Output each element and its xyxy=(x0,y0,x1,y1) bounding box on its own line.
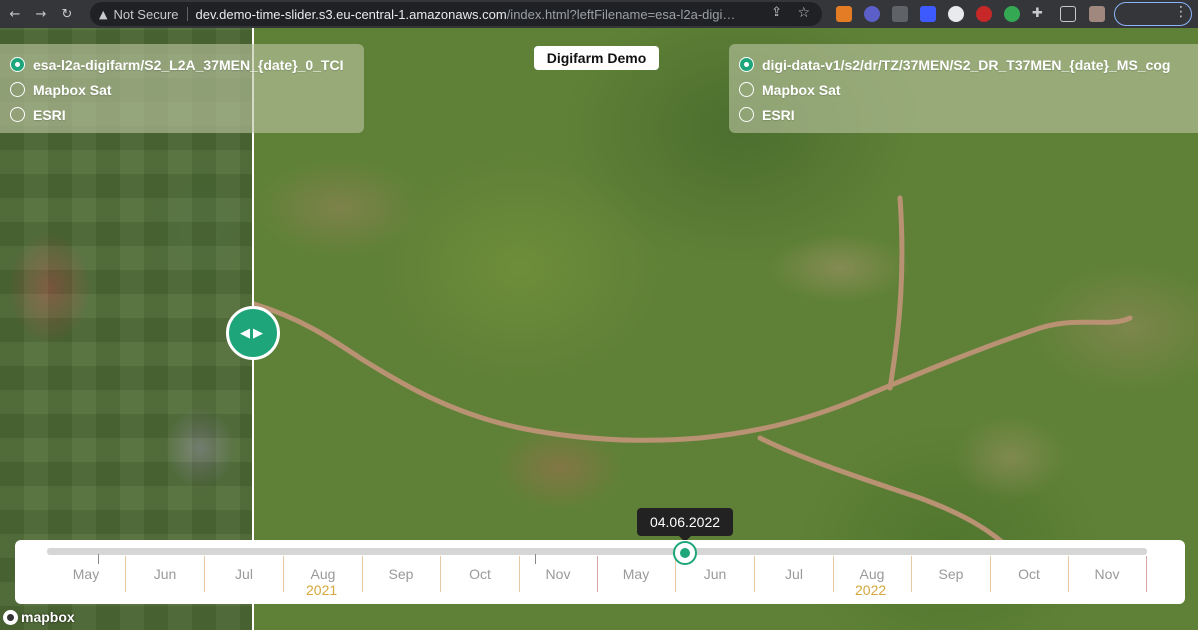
forward-icon[interactable]: → xyxy=(28,0,54,28)
share-icon[interactable]: ⇪ xyxy=(771,5,782,20)
month-label: Sep xyxy=(388,566,414,582)
month-cell: May xyxy=(47,556,126,592)
month-cell: Jun xyxy=(126,556,205,592)
radio-icon[interactable] xyxy=(739,107,754,122)
slider-knob[interactable] xyxy=(673,541,697,565)
extension-icon[interactable] xyxy=(836,6,852,22)
month-label: Jun xyxy=(153,566,177,582)
reload-icon[interactable]: ↻ xyxy=(54,0,80,28)
layer-label: Mapbox Sat xyxy=(762,81,841,98)
swipe-handle-icon[interactable]: ◀▶ xyxy=(226,306,280,360)
month-cell: Oct xyxy=(441,556,520,592)
month-cell: Jul xyxy=(205,556,284,592)
layer-label: Mapbox Sat xyxy=(33,81,112,98)
month-label: Nov xyxy=(1094,566,1120,582)
radio-icon[interactable] xyxy=(10,107,25,122)
mapbox-logo[interactable]: mapbox xyxy=(3,609,75,625)
extension-icon[interactable] xyxy=(1004,6,1020,22)
month-label: Aug xyxy=(859,566,885,582)
app-title: Digifarm Demo xyxy=(534,46,659,70)
bookmark-star-icon[interactable]: ☆ xyxy=(797,5,810,21)
month-cell: Sep xyxy=(912,556,991,592)
radio-icon[interactable] xyxy=(739,82,754,97)
extension-icon[interactable] xyxy=(864,6,880,22)
separator xyxy=(186,7,188,21)
month-cell: Nov xyxy=(519,556,598,592)
left-layer-option[interactable]: ESRI xyxy=(10,102,354,127)
current-date-tooltip: 04.06.2022 xyxy=(637,508,733,542)
map-canvas[interactable]: ◀▶ esa-l2a-digifarm/S2_L2A_37MEN_{date}_… xyxy=(0,28,1198,630)
month-label: Sep xyxy=(938,566,964,582)
mapbox-logo-text: mapbox xyxy=(21,609,75,625)
month-label: Jun xyxy=(703,566,727,582)
right-layer-option[interactable]: Mapbox Sat xyxy=(739,77,1188,102)
month-label: Nov xyxy=(545,566,571,582)
time-slider[interactable]: May Jun Jul Aug Sep Oct Nov May Jun Jul … xyxy=(15,540,1185,604)
month-cell: Jul xyxy=(755,556,834,592)
radio-checked-icon[interactable] xyxy=(739,57,754,72)
right-layer-option[interactable]: digi-data-v1/s2/dr/TZ/37MEN/S2_DR_T37MEN… xyxy=(739,52,1188,77)
url-host: dev.demo-time-slider.s3.eu-central-1.ama… xyxy=(195,6,507,22)
month-label: Jul xyxy=(785,566,803,582)
layer-label: esa-l2a-digifarm/S2_L2A_37MEN_{date}_0_T… xyxy=(33,56,344,73)
address-bar[interactable]: ▲ Not Secure dev.demo-time-slider.s3.eu-… xyxy=(90,2,822,26)
mapbox-icon xyxy=(3,609,18,625)
left-layer-option[interactable]: Mapbox Sat xyxy=(10,77,354,102)
extension-icon[interactable] xyxy=(948,6,964,22)
month-label: May xyxy=(72,566,100,582)
year-label: 2022 xyxy=(855,582,887,598)
layer-label: digi-data-v1/s2/dr/TZ/37MEN/S2_DR_T37MEN… xyxy=(762,56,1171,73)
extension-icon[interactable] xyxy=(892,6,908,22)
avatar[interactable] xyxy=(1089,6,1105,22)
back-icon[interactable]: ← xyxy=(2,0,28,28)
month-label: Oct xyxy=(469,566,491,582)
puzzle-icon[interactable]: ✚ xyxy=(1032,6,1048,22)
radio-icon[interactable] xyxy=(10,82,25,97)
radio-checked-icon[interactable] xyxy=(10,57,25,72)
left-layer-option[interactable]: esa-l2a-digifarm/S2_L2A_37MEN_{date}_0_T… xyxy=(10,52,354,77)
layer-label: ESRI xyxy=(762,106,795,123)
browser-toolbar: ← → ↻ ▲ Not Secure dev.demo-time-slider.… xyxy=(0,0,1198,28)
slider-track[interactable] xyxy=(47,548,1147,555)
extension-icon[interactable] xyxy=(976,6,992,22)
month-cell: Oct xyxy=(990,556,1069,592)
sidebar-icon[interactable] xyxy=(1060,6,1076,22)
right-layer-panel: digi-data-v1/s2/dr/TZ/37MEN/S2_DR_T37MEN… xyxy=(729,44,1198,133)
right-layer-option[interactable]: ESRI xyxy=(739,102,1188,127)
month-cell: May xyxy=(597,556,676,592)
url-path: /index.html?leftFilename=esa-l2a-digif..… xyxy=(506,6,737,22)
month-cell: Nov xyxy=(1068,556,1147,592)
month-label: Jul xyxy=(235,566,253,582)
not-secure-label: Not Secure xyxy=(113,6,179,22)
month-cell: Sep xyxy=(362,556,441,592)
month-label: May xyxy=(622,566,650,582)
extension-icon[interactable] xyxy=(920,6,936,22)
layer-label: ESRI xyxy=(33,106,66,123)
year-label: 2021 xyxy=(306,582,338,598)
warning-icon: ▲ xyxy=(99,7,108,21)
month-label: Aug xyxy=(310,566,336,582)
month-label: Oct xyxy=(1018,566,1040,582)
left-layer-panel: esa-l2a-digifarm/S2_L2A_37MEN_{date}_0_T… xyxy=(0,44,364,133)
menu-icon[interactable]: ⋮ xyxy=(1174,4,1188,20)
